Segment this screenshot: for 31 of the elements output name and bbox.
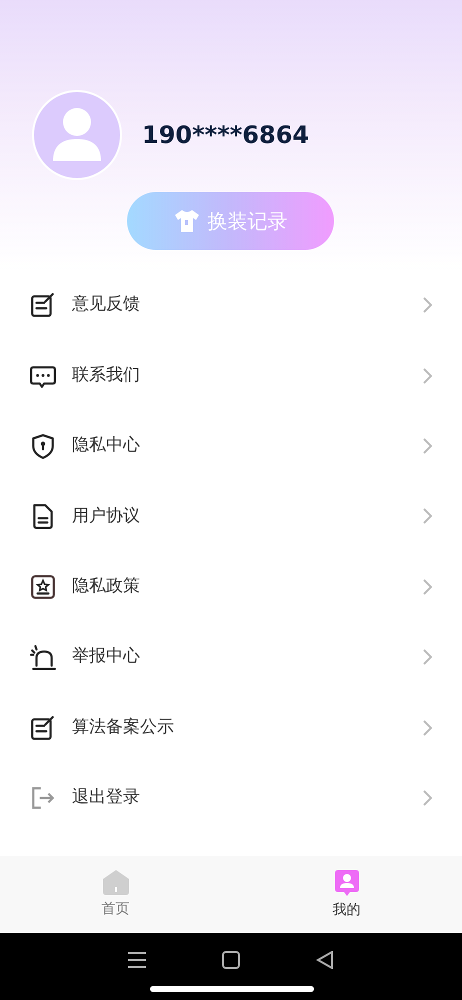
alarm-icon xyxy=(30,644,56,670)
tab[interactable]: 我的 xyxy=(231,856,462,933)
menu-item[interactable]: 退出登录 xyxy=(72,785,423,811)
chevron-right-icon xyxy=(423,368,432,384)
menu-item[interactable]: 隐私政策 xyxy=(72,574,423,600)
chevron-right-icon xyxy=(423,790,432,806)
shirt-icon xyxy=(174,209,200,233)
chevron-right-icon xyxy=(423,649,432,666)
menu-item[interactable]: 用户协议 xyxy=(72,504,423,530)
chevron-right-icon xyxy=(423,438,432,454)
star-badge-icon xyxy=(30,574,56,600)
chevron-right-icon xyxy=(423,508,432,524)
menu-item[interactable]: 联系我们 xyxy=(72,362,423,388)
chevron-right-icon xyxy=(423,578,432,595)
edit-icon xyxy=(30,292,56,318)
menu-icon[interactable] xyxy=(128,952,146,968)
profile-icon xyxy=(334,868,360,896)
shield-icon xyxy=(30,432,56,459)
menu-item[interactable]: 意见反馈 xyxy=(72,292,423,318)
home-icon[interactable] xyxy=(222,950,240,968)
chevron-right-icon xyxy=(423,297,432,314)
menu-item[interactable]: 举报中心 xyxy=(72,644,423,670)
logout-icon xyxy=(30,784,56,811)
house-icon xyxy=(102,869,130,896)
menu-item[interactable]: 算法备案公示 xyxy=(72,714,423,740)
tab[interactable]: 首页 xyxy=(0,856,231,933)
edit-icon xyxy=(30,714,56,741)
back-icon[interactable] xyxy=(316,950,334,968)
menu-item[interactable]: 隐私中心 xyxy=(72,433,423,459)
phone-number: 190****6864 xyxy=(142,120,310,151)
chevron-right-icon xyxy=(423,720,432,736)
